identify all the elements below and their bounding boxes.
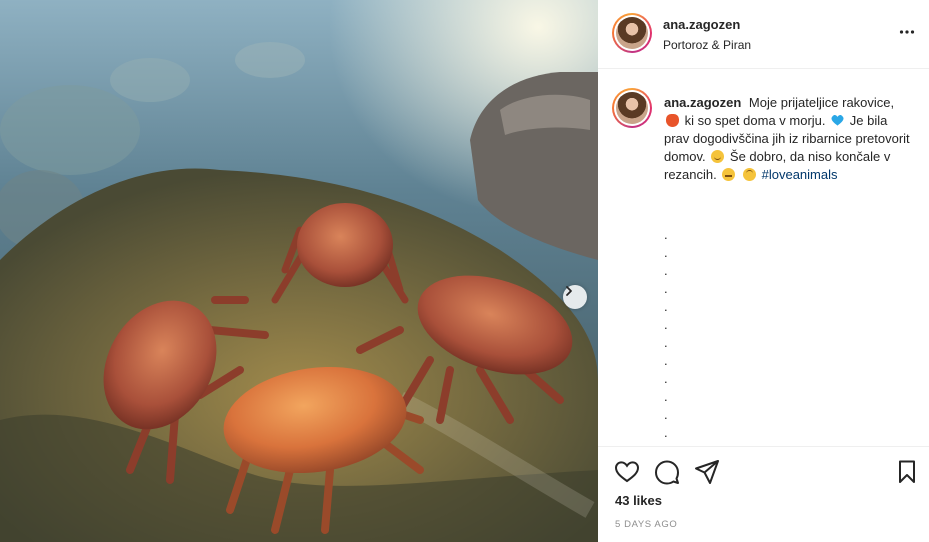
chevron-right-icon: [566, 286, 572, 296]
dot-line: .: [664, 425, 668, 440]
post-location[interactable]: Portoroz & Piran: [663, 38, 751, 52]
dot-line: .: [664, 281, 668, 296]
comments-section[interactable]: ana.zagozen Moje prijateljice rakovice, …: [598, 70, 929, 446]
avatar[interactable]: [612, 13, 652, 53]
next-photo-button[interactable]: [563, 285, 587, 309]
more-options-icon[interactable]: [899, 24, 915, 40]
dot-line: .: [664, 227, 668, 242]
post-header: ana.zagozen Portoroz & Piran: [598, 0, 929, 69]
dot-line: .: [664, 317, 668, 332]
bookmark-icon[interactable]: [894, 459, 920, 485]
caption-dots: . . . . . . . . . . . .: [664, 226, 668, 442]
crabs-photo-illustration: [0, 0, 598, 542]
post-photo[interactable]: [0, 0, 598, 542]
dot-line: .: [664, 353, 668, 368]
upside-down-emoji-icon: [743, 168, 756, 181]
comment-bubble-icon[interactable]: [654, 459, 680, 485]
dot-line: .: [664, 263, 668, 278]
caption-text-1: Moje prijateljice rakovice,: [748, 95, 895, 110]
post-timestamp[interactable]: 5 days ago: [615, 519, 677, 530]
dot-line: .: [664, 299, 668, 314]
post-actions: 43 likes 5 days ago: [598, 446, 929, 542]
likes-count[interactable]: 43 likes: [615, 493, 662, 508]
blue-heart-emoji-icon: [831, 115, 844, 126]
relieved-emoji-icon: [722, 168, 736, 181]
paper-plane-icon[interactable]: [694, 459, 720, 485]
dot-line: .: [664, 335, 668, 350]
dot-line: .: [664, 407, 668, 422]
post-caption: ana.zagozen Moje prijateljice rakovice, …: [664, 94, 914, 184]
heart-outline-icon[interactable]: [614, 459, 640, 485]
smile-emoji-icon: [711, 150, 725, 163]
dot-line: .: [664, 245, 668, 260]
post-side-panel: ana.zagozen Portoroz & Piran ana.zagozen…: [598, 0, 929, 542]
caption-username[interactable]: ana.zagozen: [664, 95, 741, 110]
dot-line: .: [664, 389, 668, 404]
crab-emoji-icon: [666, 114, 679, 127]
caption-avatar[interactable]: [612, 88, 652, 128]
header-username[interactable]: ana.zagozen: [663, 17, 740, 32]
caption-text-2: ki so spet doma v morju.: [684, 113, 826, 128]
dot-line: .: [664, 371, 668, 386]
hashtag-link[interactable]: #loveanimals: [762, 167, 838, 182]
